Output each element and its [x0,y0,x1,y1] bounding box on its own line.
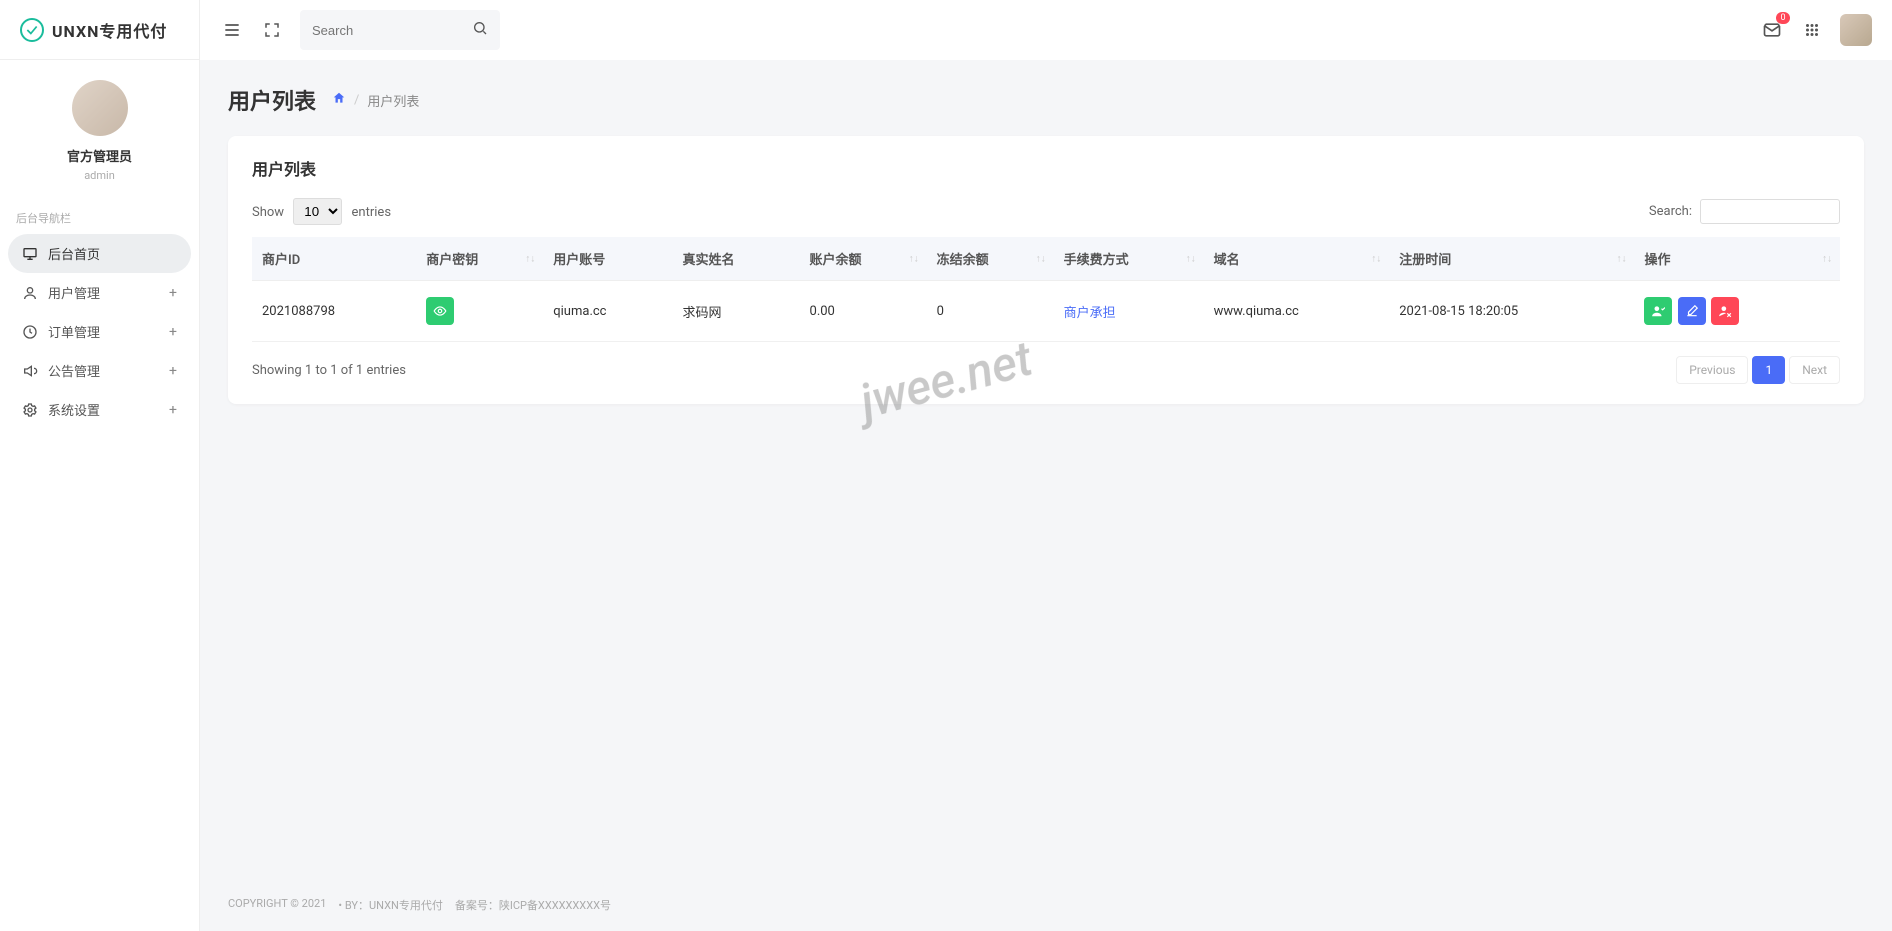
nav-item-label: 后台首页 [48,244,100,263]
breadcrumb: / 用户列表 [332,91,419,110]
nav-section-header: 后台导航栏 [0,202,199,234]
footer-by: • BY：UNXN专用代付 [338,897,442,913]
profile-avatar[interactable] [72,80,128,136]
nav-item-settings[interactable]: 系统设置 + [8,390,191,429]
footer-record: 备案号：陕ICP备XXXXXXXXX号 [455,897,611,913]
user-list-card: 用户列表 Show 10 entries Search: [228,136,1864,404]
col-merchant-key[interactable]: 商户密钥↑↓ [416,237,543,281]
gear-icon [22,402,38,418]
brand-text: UNXN专用代付 [52,18,167,42]
profile-name: 官方管理员 [20,146,179,165]
cell-regtime: 2021-08-15 18:20:05 [1389,281,1634,342]
search-box [300,10,500,50]
col-account[interactable]: 用户账号 [543,237,672,281]
entries-label: entries [352,205,392,220]
clock-icon [22,324,38,340]
col-frozen[interactable]: 冻结余额↑↓ [927,237,1054,281]
col-regtime[interactable]: 注册时间↑↓ [1389,237,1634,281]
table-row: 2021088798 qiuma.cc 求码网 0.00 0 商户承担 www.… [252,281,1840,342]
col-merchant-id[interactable]: 商户ID [252,237,416,281]
pager-page-1[interactable]: 1 [1752,356,1785,384]
card-title: 用户列表 [252,156,1840,180]
footer-copyright: COPYRIGHT © 2021 [228,897,326,913]
col-fee[interactable]: 手续费方式↑↓ [1054,237,1204,281]
breadcrumb-separator: / [354,93,359,108]
nav-item-announcements[interactable]: 公告管理 + [8,351,191,390]
monitor-icon [22,246,38,262]
cell-realname: 求码网 [672,281,799,342]
cell-fee: 商户承担 [1054,281,1204,342]
col-actions: 操作↑↓ [1634,237,1840,281]
pagination: Previous 1 Next [1676,356,1840,384]
col-domain[interactable]: 域名↑↓ [1204,237,1390,281]
apps-icon[interactable] [1800,18,1824,42]
cell-domain: www.qiuma.cc [1204,281,1390,342]
notification-badge: 0 [1776,12,1790,24]
nav-item-users[interactable]: 用户管理 + [8,273,191,312]
user-avatar[interactable] [1840,14,1872,46]
logo-icon [20,18,44,42]
cell-account: qiuma.cc [543,281,672,342]
user-table: 商户ID 商户密钥↑↓ 用户账号 真实姓名 账户余额↑↓ 冻结余额↑↓ 手续费方… [252,237,1840,342]
nav-item-label: 公告管理 [48,361,100,380]
col-balance[interactable]: 账户余额↑↓ [800,237,927,281]
logo-area: UNXN专用代付 [0,0,199,60]
cell-merchant-id: 2021088798 [252,281,416,342]
search-input[interactable] [312,23,488,38]
col-realname[interactable]: 真实姓名 [672,237,799,281]
topbar: 0 [200,0,1892,60]
nav-item-label: 系统设置 [48,400,100,419]
page-size-control: Show 10 entries [252,198,391,225]
cell-actions [1634,281,1840,342]
breadcrumb-current: 用户列表 [367,91,419,110]
user-icon [22,285,38,301]
cell-frozen: 0 [927,281,1054,342]
notification-icon[interactable]: 0 [1760,18,1784,42]
search-icon[interactable] [472,20,488,40]
table-info: Showing 1 to 1 of 1 entries [252,363,406,378]
plus-icon: + [169,324,177,340]
pager-prev[interactable]: Previous [1676,356,1748,384]
delete-button[interactable] [1711,297,1739,325]
table-search-label: Search: [1649,204,1692,219]
plus-icon: + [169,285,177,301]
nav-item-label: 订单管理 [48,322,100,341]
plus-icon: + [169,363,177,379]
page-size-select[interactable]: 10 [293,198,342,225]
edit-button[interactable] [1678,297,1706,325]
page-title: 用户列表 [228,84,316,116]
menu-toggle-icon[interactable] [220,18,244,42]
footer: COPYRIGHT © 2021 • BY：UNXN专用代付 备案号：陕ICP备… [200,879,1892,931]
cell-merchant-key [416,281,543,342]
user-action-button[interactable] [1644,297,1672,325]
nav-item-label: 用户管理 [48,283,100,302]
nav-item-orders[interactable]: 订单管理 + [8,312,191,351]
home-icon[interactable] [332,91,346,109]
profile-block: 官方管理员 admin [0,60,199,202]
fullscreen-icon[interactable] [260,18,284,42]
cell-balance: 0.00 [800,281,927,342]
table-search-input[interactable] [1700,199,1840,224]
plus-icon: + [169,402,177,418]
profile-role: admin [20,169,179,182]
pager-next[interactable]: Next [1789,356,1840,384]
view-key-button[interactable] [426,297,454,325]
speaker-icon [22,363,38,379]
nav-item-home[interactable]: 后台首页 [8,234,191,273]
show-label: Show [252,205,284,220]
